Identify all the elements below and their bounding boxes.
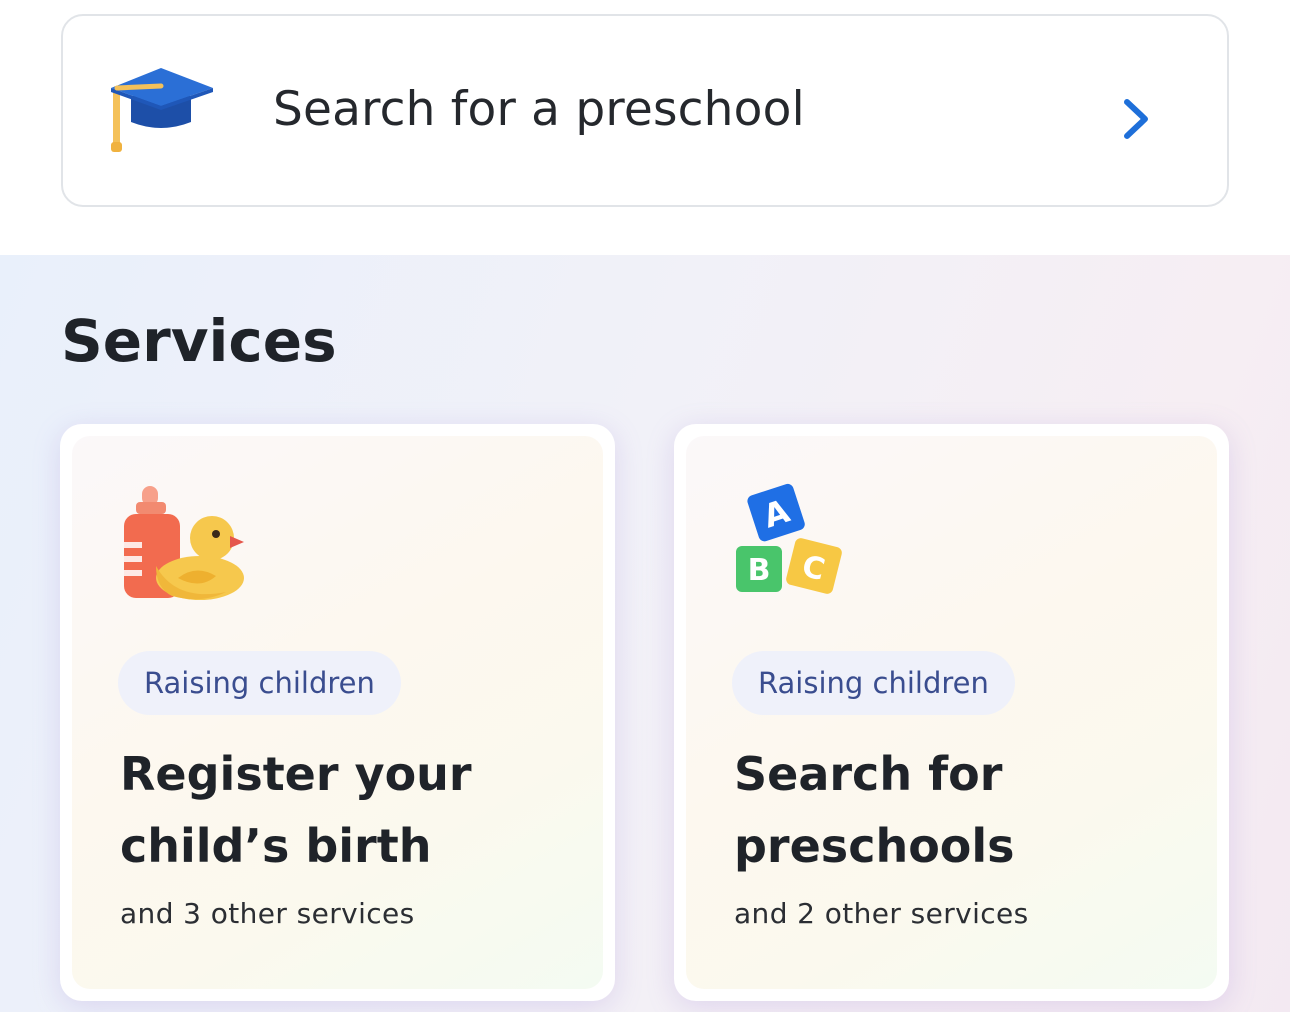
svg-text:B: B [748,553,771,588]
service-card-register-birth[interactable]: Raising children Register your child’s b… [60,424,615,1001]
category-tag: Raising children [732,651,1015,715]
service-title-line1: Register your [120,747,472,801]
service-title-line2: child’s birth [120,819,432,873]
other-services-count: and 2 other services [734,897,1029,930]
service-title: Register your child’s birth [120,738,560,882]
top-area: Search for a preschool [0,0,1290,255]
baby-bottle-duck-icon [124,486,244,600]
services-heading: Services [61,307,337,375]
service-card-search-preschools[interactable]: A B C Raising children Search for presch… [674,424,1229,1001]
abc-blocks-icon: A B C [736,483,842,594]
services-section: Services Raising children Register your [0,255,1290,1012]
search-preschool-label: Search for a preschool [273,82,805,137]
service-title-line2: preschools [734,819,1015,873]
other-services-count: and 3 other services [120,897,415,930]
service-title-line1: Search for [734,747,1003,801]
category-tag: Raising children [118,651,401,715]
search-preschool-card[interactable]: Search for a preschool [61,14,1229,207]
graduation-cap-icon [111,68,213,152]
service-title: Search for preschools [734,738,1174,882]
chevron-right-icon[interactable] [1121,98,1151,140]
